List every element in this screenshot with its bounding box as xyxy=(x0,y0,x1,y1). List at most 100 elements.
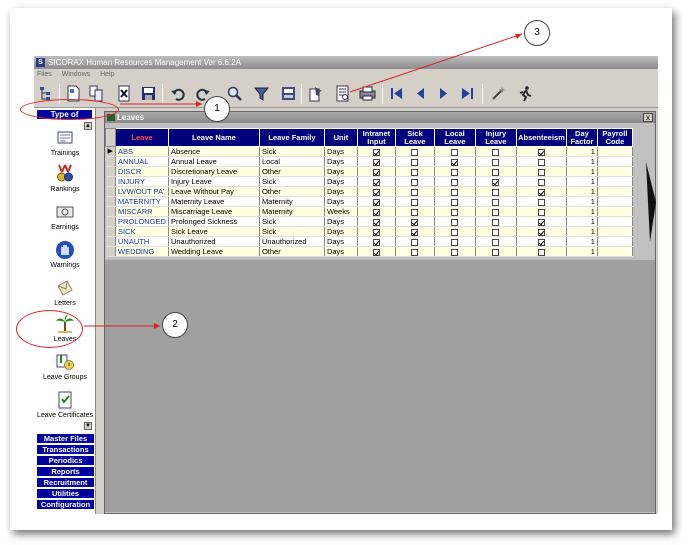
table-row[interactable]: SICK Sick Leave Sick Days 1 xyxy=(105,226,633,237)
close-icon[interactable]: x xyxy=(643,113,653,122)
cell-day-factor[interactable]: 1 xyxy=(566,206,598,217)
injury-checkbox[interactable] xyxy=(492,158,500,166)
injury-checkbox[interactable] xyxy=(492,178,500,186)
nav-item-trainings[interactable]: Trainings xyxy=(34,128,96,157)
cell-leave-code[interactable]: ANNUAL xyxy=(115,156,169,167)
cell-day-factor[interactable]: 1 xyxy=(566,146,598,157)
injury-checkbox[interactable] xyxy=(492,248,500,256)
cell-leave-name[interactable]: Prolonged Sickness xyxy=(168,216,260,227)
column-header-leave-family[interactable]: Leave Family xyxy=(258,128,325,147)
sick-checkbox[interactable] xyxy=(411,188,419,196)
next-record-icon[interactable] xyxy=(435,85,452,102)
cell-leave-family[interactable]: Local xyxy=(259,156,325,167)
local-checkbox[interactable] xyxy=(451,248,459,256)
cell-leave-family[interactable]: Other xyxy=(259,166,325,177)
absent-checkbox[interactable] xyxy=(537,188,545,196)
find-icon[interactable] xyxy=(226,85,243,102)
cell-leave-name[interactable]: Annual Leave xyxy=(168,156,260,167)
sick-checkbox[interactable] xyxy=(411,228,419,236)
cell-leave-family[interactable]: Sick xyxy=(259,216,325,227)
cell-day-factor[interactable]: 1 xyxy=(566,186,598,197)
injury-checkbox[interactable] xyxy=(492,168,500,176)
nav-item-letters[interactable]: Letters xyxy=(34,278,96,307)
print-icon[interactable] xyxy=(359,85,376,102)
cell-payroll-code[interactable] xyxy=(597,206,633,217)
table-row[interactable]: LVW/OUT PA' Leave Without Pay Other Days 1 xyxy=(105,186,633,197)
menu-windows[interactable]: Windows xyxy=(62,71,90,78)
cell-leave-name[interactable]: Unauthorized xyxy=(168,236,260,247)
filter-icon[interactable] xyxy=(253,85,270,102)
injury-checkbox[interactable] xyxy=(492,228,500,236)
local-checkbox[interactable] xyxy=(451,238,459,246)
cell-payroll-code[interactable] xyxy=(597,156,633,167)
table-row[interactable]: UNAUTH Unauthorized Unauthorized Days 1 xyxy=(105,236,633,247)
cell-unit[interactable]: Days xyxy=(324,166,358,177)
exit-runner-icon[interactable] xyxy=(517,85,534,102)
sick-checkbox[interactable] xyxy=(411,168,419,176)
cell-leave-family[interactable]: Sick xyxy=(259,176,325,187)
cell-leave-name[interactable]: Wedding Leave xyxy=(168,246,260,257)
absent-checkbox[interactable] xyxy=(537,148,545,156)
cell-unit[interactable]: Days xyxy=(324,146,358,157)
column-header-payroll-code[interactable]: Payroll Code xyxy=(596,128,633,147)
absent-checkbox[interactable] xyxy=(537,168,545,176)
save-icon[interactable] xyxy=(140,85,157,102)
row-selector[interactable] xyxy=(105,196,116,207)
local-checkbox[interactable] xyxy=(451,148,459,156)
cell-unit[interactable]: Days xyxy=(324,236,358,247)
sick-checkbox[interactable] xyxy=(411,208,419,216)
intranet-checkbox[interactable] xyxy=(372,208,380,216)
nav-group-recruitment[interactable]: Recruitment xyxy=(37,478,94,488)
cell-leave-code[interactable]: MATERNITY xyxy=(115,196,169,207)
cell-leave-name[interactable]: Injury Leave xyxy=(168,176,260,187)
cell-day-factor[interactable]: 1 xyxy=(566,246,598,257)
menu-help[interactable]: Help xyxy=(100,71,114,78)
cell-day-factor[interactable]: 1 xyxy=(566,156,598,167)
row-selector[interactable] xyxy=(105,236,116,247)
cell-leave-name[interactable]: Miscarriage Leave xyxy=(168,206,260,217)
local-checkbox[interactable] xyxy=(451,228,459,236)
absent-checkbox[interactable] xyxy=(537,198,545,206)
sick-checkbox[interactable] xyxy=(411,198,419,206)
cell-unit[interactable]: Days xyxy=(324,186,358,197)
cell-payroll-code[interactable] xyxy=(597,146,633,157)
absent-checkbox[interactable] xyxy=(537,238,545,246)
column-header-injury-leave[interactable]: Injury Leave xyxy=(474,128,517,147)
nav-item-warnings[interactable]: Warnings xyxy=(34,240,96,269)
cell-day-factor[interactable]: 1 xyxy=(566,166,598,177)
injury-checkbox[interactable] xyxy=(492,188,500,196)
row-selector[interactable] xyxy=(105,216,116,227)
table-row[interactable]: MISCARR Miscarriage Leave Maternity Weeks 1 xyxy=(105,206,633,217)
cell-leave-family[interactable]: Maternity xyxy=(259,206,325,217)
cell-leave-code[interactable]: PROLONGED xyxy=(115,216,169,227)
nav-group-configuration[interactable]: Configuration xyxy=(37,500,94,510)
cell-payroll-code[interactable] xyxy=(597,176,633,187)
absent-checkbox[interactable] xyxy=(537,178,545,186)
local-checkbox[interactable] xyxy=(451,178,459,186)
intranet-checkbox[interactable] xyxy=(372,148,380,156)
cell-payroll-code[interactable] xyxy=(597,186,633,197)
nav-group-master-files[interactable]: Master Files xyxy=(37,434,94,444)
cell-leave-family[interactable]: Other xyxy=(259,186,325,197)
cell-day-factor[interactable]: 1 xyxy=(566,196,598,207)
cell-day-factor[interactable]: 1 xyxy=(566,236,598,247)
nav-item-earnings[interactable]: Earnings xyxy=(34,202,96,231)
injury-checkbox[interactable] xyxy=(492,218,500,226)
table-row[interactable]: DISCR Discretionary Leave Other Days 1 xyxy=(105,166,633,177)
local-checkbox[interactable] xyxy=(451,188,459,196)
cell-day-factor[interactable]: 1 xyxy=(566,226,598,237)
undo-icon[interactable] xyxy=(170,85,187,102)
local-checkbox[interactable] xyxy=(451,198,459,206)
row-selector[interactable] xyxy=(105,226,116,237)
cell-leave-code[interactable]: ABS xyxy=(115,146,169,157)
cell-leave-family[interactable]: Maternity xyxy=(259,196,325,207)
cell-unit[interactable]: Days xyxy=(324,216,358,227)
local-checkbox[interactable] xyxy=(451,168,459,176)
cell-leave-code[interactable]: LVW/OUT PA' xyxy=(115,186,169,197)
sick-checkbox[interactable] xyxy=(411,178,419,186)
cell-day-factor[interactable]: 1 xyxy=(566,216,598,227)
injury-checkbox[interactable] xyxy=(492,148,500,156)
intranet-checkbox[interactable] xyxy=(372,218,380,226)
prev-record-icon[interactable] xyxy=(412,85,429,102)
row-selector[interactable]: ▶ xyxy=(105,146,116,157)
